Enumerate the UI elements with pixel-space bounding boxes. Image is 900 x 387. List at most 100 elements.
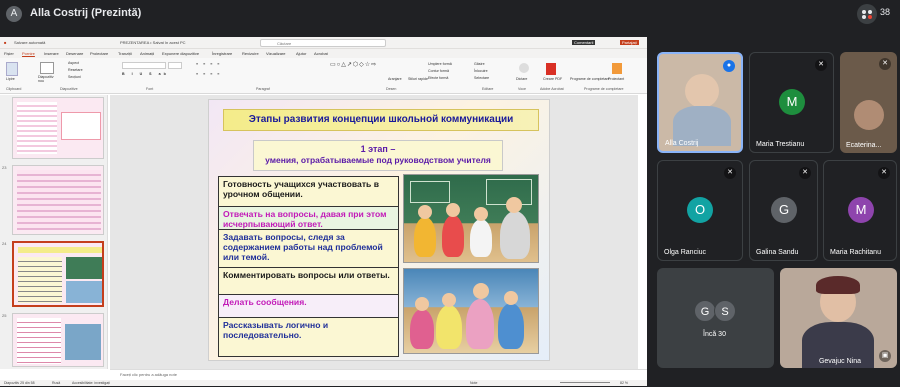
tab-home[interactable]: Pornire xyxy=(22,51,35,56)
notes-button[interactable]: Note xyxy=(470,381,477,385)
tab-animations[interactable]: Animații xyxy=(140,51,154,56)
create-pdf-button[interactable]: Creare PDF xyxy=(543,77,562,81)
tab-view[interactable]: Vizualizare xyxy=(266,51,286,56)
tab-transitions[interactable]: Tranziții xyxy=(118,51,132,56)
speaking-icon: ● xyxy=(723,60,735,72)
share-button[interactable]: Partajați xyxy=(620,40,639,45)
mic-off-icon: ✕ xyxy=(879,58,891,70)
shape-effects-button[interactable]: Efecte formă xyxy=(428,76,448,80)
meeting-top-bar: A Alla Costrij (Prezintă) 38 xyxy=(0,0,900,28)
participant-avatar: G xyxy=(694,300,716,322)
participant-tile[interactable]: M ✕ Maria Rachitanu xyxy=(823,160,897,261)
layout-button[interactable]: Aspect xyxy=(68,61,79,65)
tab-help[interactable]: Ajutor xyxy=(296,51,306,56)
shared-screen: ■ Salvare automată PREZENTAREA • Salvat … xyxy=(0,37,647,386)
group-acrobat: Adobe Acrobat xyxy=(540,87,564,91)
participant-name: Ecaterina... xyxy=(846,142,882,149)
zoom-level[interactable]: 82 % xyxy=(620,381,628,385)
designer-icon[interactable] xyxy=(612,63,622,74)
participant-tile[interactable]: ✕ Ecaterina... xyxy=(840,52,897,153)
skills-table[interactable]: Готовность учащихся участвовать в урочно… xyxy=(218,176,399,357)
paste-icon[interactable] xyxy=(6,62,18,76)
participant-tile[interactable]: ● Alla Costrij xyxy=(657,52,743,153)
font-name-dropdown[interactable] xyxy=(122,62,166,69)
ribbon-tabs: Fișier Pornire Inserare Desenare Proiect… xyxy=(0,49,647,58)
participant-tile[interactable]: O ✕ Olga Ranciuc xyxy=(657,160,743,261)
sections-button[interactable]: Secțiuni xyxy=(68,75,81,79)
table-row: Комментировать вопросы или ответы. xyxy=(219,268,398,295)
participant-tile[interactable]: M ✕ Maria Trestianu xyxy=(749,52,834,153)
group-font: Font xyxy=(146,87,154,91)
participant-avatar: M xyxy=(779,89,805,115)
tab-record[interactable]: Înregistrare xyxy=(212,51,232,56)
addins-button[interactable]: Programe de completare xyxy=(570,77,610,81)
comments-button[interactable]: Comentarii xyxy=(572,40,596,45)
slide-thumbnail[interactable] xyxy=(12,313,104,367)
slide-thumbnail-selected[interactable] xyxy=(12,241,104,307)
slide-thumbnail[interactable] xyxy=(12,165,104,235)
slide-canvas[interactable]: Этапы развития концепции школьной коммун… xyxy=(110,95,638,369)
autosave-label[interactable]: Salvare automată xyxy=(14,40,45,45)
participant-video xyxy=(685,74,719,108)
new-slide-button[interactable]: Diapozitiv nou xyxy=(38,75,60,83)
select-button[interactable]: Selectare xyxy=(474,76,489,80)
more-participants-label: Încă 30 xyxy=(703,331,726,338)
language[interactable]: Rusă xyxy=(52,381,60,385)
file-name: PREZENTAREA • Salvat în acest PC xyxy=(120,40,186,45)
dictate-button[interactable]: Dictare xyxy=(516,77,527,81)
paste-button[interactable]: Lipire xyxy=(6,77,15,81)
font-size-dropdown[interactable] xyxy=(168,62,182,69)
fullscreen-icon[interactable]: ▣ xyxy=(879,350,891,362)
status-bar: Diapozitiv 25 din 58 Rusă Accesibilitate… xyxy=(0,380,647,386)
participant-name: Galina Sandu xyxy=(756,249,799,256)
shapes-gallery[interactable]: ▭○△↗⬡◇☆⇨ xyxy=(330,62,380,82)
find-button[interactable]: Găsire xyxy=(474,62,485,66)
more-participants-tile[interactable]: G S Încă 30 xyxy=(657,268,774,368)
slide-thumbnails-pane[interactable]: 23 24 25 xyxy=(0,95,108,369)
table-row: Задавать вопросы, следя за содержанием р… xyxy=(219,230,398,268)
participant-tile[interactable]: ▣ Gevajuc Nina xyxy=(780,268,897,368)
slide-thumbnail[interactable] xyxy=(12,97,104,159)
shape-fill-button[interactable]: Umplere formă xyxy=(428,62,452,66)
group-editing: Editare xyxy=(482,87,494,91)
participant-avatar: S xyxy=(714,300,736,322)
presenter-avatar: A xyxy=(6,6,22,22)
pdf-icon[interactable] xyxy=(546,63,556,75)
accessibility-status[interactable]: Accesibilitate: investigați xyxy=(72,381,110,385)
slide-title[interactable]: Этапы развития концепции школьной коммун… xyxy=(223,109,539,131)
quick-styles-button[interactable]: Stiluri rapide xyxy=(408,77,428,81)
bullets-icons[interactable]: ≡ ≡ ≡ ≡ xyxy=(196,62,221,66)
tab-slideshow[interactable]: Expunere diapozitive xyxy=(162,51,199,56)
microphone-icon[interactable] xyxy=(519,63,529,73)
stage-box[interactable]: 1 этап – умения, отрабатываемые под руко… xyxy=(253,140,503,171)
notes-pane[interactable]: Faceți clic pentru a adăuga note xyxy=(110,369,647,380)
shape-outline-button[interactable]: Contur formă xyxy=(428,69,449,73)
group-photo xyxy=(403,268,539,354)
font-format-icons[interactable]: B I U S ab xyxy=(122,72,169,76)
participant-tile[interactable]: G ✕ Galina Sandu xyxy=(749,160,818,261)
participant-avatar: M xyxy=(848,197,874,223)
notes-placeholder: Faceți clic pentru a adăuga note xyxy=(120,372,177,377)
tab-insert[interactable]: Inserare xyxy=(44,51,59,56)
mic-off-icon: ✕ xyxy=(815,59,827,71)
tab-acrobat[interactable]: Acrobat xyxy=(314,51,328,56)
search-input[interactable]: Căutare xyxy=(260,39,386,47)
zoom-slider[interactable] xyxy=(560,382,610,383)
new-slide-icon[interactable] xyxy=(40,62,54,74)
tab-draw[interactable]: Desenare xyxy=(66,51,83,56)
align-icons[interactable]: ≡ ≡ ≡ ≡ xyxy=(196,72,221,76)
ppt-titlebar: ■ Salvare automată PREZENTAREA • Salvat … xyxy=(0,37,647,49)
people-icon[interactable] xyxy=(857,4,877,24)
participant-name: Olga Ranciuc xyxy=(664,249,707,256)
designer-button[interactable]: Proiectant xyxy=(608,77,624,81)
reset-button[interactable]: Resetare xyxy=(68,68,83,72)
tab-review[interactable]: Revizuire xyxy=(242,51,259,56)
arrange-button[interactable]: Aranjare xyxy=(388,77,402,81)
replace-button[interactable]: Înlocuire xyxy=(474,69,488,73)
tab-file[interactable]: Fișier xyxy=(4,51,14,56)
participant-name: Maria Rachitanu xyxy=(830,249,881,256)
tab-design[interactable]: Proiectare xyxy=(90,51,108,56)
slide-number: 24 xyxy=(2,241,7,246)
participant-avatar: G xyxy=(771,197,797,223)
slide[interactable]: Этапы развития концепции школьной коммун… xyxy=(208,99,550,361)
